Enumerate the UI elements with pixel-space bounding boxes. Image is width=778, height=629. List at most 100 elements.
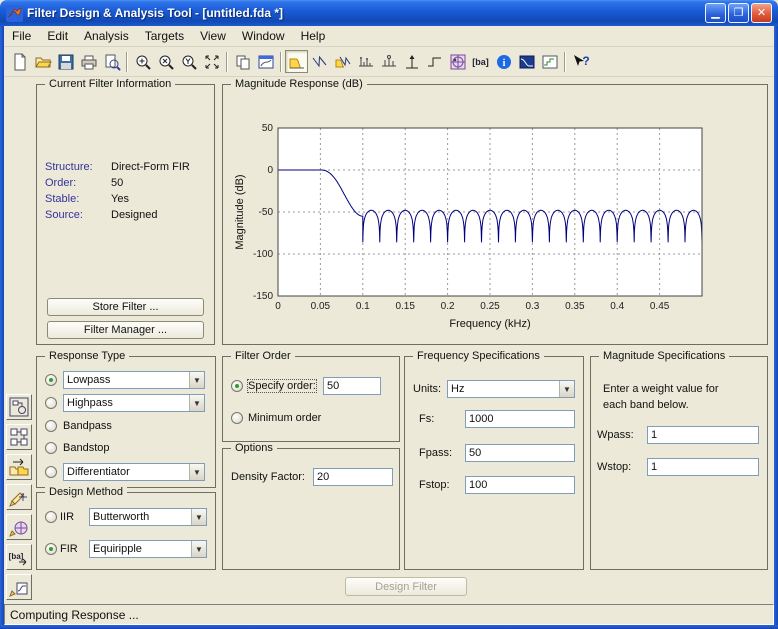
panel-title: Frequency Specifications <box>413 350 544 362</box>
sidebar-import-filter-button[interactable]: [ba] <box>6 544 32 570</box>
new-file-icon[interactable] <box>8 50 31 73</box>
order-label: Order: <box>45 177 77 189</box>
design-method-panel: Design Method IIR Butterworth ▼ FIR Equir… <box>36 486 216 570</box>
current-filter-info-panel: Current Filter Information Structure: Dir… <box>36 78 215 345</box>
svg-text:0.45: 0.45 <box>650 301 670 312</box>
svg-text:0.25: 0.25 <box>480 301 500 312</box>
full-view-icon[interactable] <box>200 50 223 73</box>
svg-text:0.4: 0.4 <box>610 301 624 312</box>
zoom-x-icon[interactable] <box>154 50 177 73</box>
help-mode-icon[interactable]: ? <box>569 50 592 73</box>
filter-order-panel: Filter Order Specify order: Minimum orde… <box>222 350 400 442</box>
wstop-input[interactable] <box>647 458 759 476</box>
copy-icon[interactable] <box>231 50 254 73</box>
menu-window[interactable]: Window <box>234 27 293 45</box>
phase-delay-icon[interactable] <box>377 50 400 73</box>
svg-text:?: ? <box>582 54 589 68</box>
highpass-radio[interactable] <box>45 397 57 409</box>
stable-value: Yes <box>111 193 129 205</box>
bandpass-label: Bandpass <box>63 420 112 432</box>
zoom-in-icon[interactable] <box>131 50 154 73</box>
menu-view[interactable]: View <box>192 27 234 45</box>
fstop-input[interactable] <box>465 476 575 494</box>
print-to-figure-icon[interactable] <box>254 50 277 73</box>
chevron-down-icon[interactable]: ▼ <box>189 372 204 388</box>
window-border-left <box>0 26 4 625</box>
zoom-y-icon[interactable] <box>177 50 200 73</box>
fs-label: Fs: <box>419 413 435 425</box>
fpass-input[interactable] <box>465 444 575 462</box>
svg-text:50: 50 <box>262 123 274 134</box>
iir-method-dropdown[interactable]: Butterworth ▼ <box>89 508 207 526</box>
wpass-input[interactable] <box>647 426 759 444</box>
svg-text:0: 0 <box>267 165 273 176</box>
sidebar-multirate-filter-button[interactable] <box>6 454 32 480</box>
svg-text:[ba]: [ba] <box>9 552 24 561</box>
density-factor-input[interactable] <box>313 468 393 486</box>
minimize-button[interactable]: ▁ <box>705 3 726 23</box>
wpass-label: Wpass: <box>597 429 634 441</box>
filter-manager-button[interactable]: Filter Manager ... <box>47 321 204 339</box>
magnitude-phase-response-icon[interactable] <box>331 50 354 73</box>
quantized-response-icon[interactable] <box>538 50 561 73</box>
sidebar-design-filter-button[interactable] <box>6 574 32 600</box>
panel-title: Filter Order <box>231 350 295 362</box>
sidebar-realize-model-button[interactable] <box>6 394 32 420</box>
specification-mask-icon[interactable] <box>515 50 538 73</box>
menu-file[interactable]: File <box>4 27 39 45</box>
sidebar-set-quantization-button[interactable] <box>6 514 32 540</box>
chevron-down-icon[interactable]: ▼ <box>189 395 204 411</box>
fir-radio[interactable] <box>45 543 57 555</box>
pole-zero-editor-icon <box>9 492 27 507</box>
highpass-dropdown[interactable]: Highpass ▼ <box>63 394 205 412</box>
menu-analysis[interactable]: Analysis <box>76 27 137 45</box>
chevron-down-icon[interactable]: ▼ <box>191 541 206 557</box>
design-filter-button[interactable]: Design Filter <box>345 577 467 596</box>
lowpass-dropdown[interactable]: Lowpass ▼ <box>63 371 205 389</box>
pole-zero-plot-icon[interactable] <box>446 50 469 73</box>
panel-title: Response Type <box>45 350 130 362</box>
differentiator-dropdown[interactable]: Differentiator ▼ <box>63 463 205 481</box>
group-delay-icon[interactable] <box>354 50 377 73</box>
filter-coefficients-icon[interactable]: [ba] <box>469 50 492 73</box>
minimum-order-radio[interactable] <box>231 412 243 424</box>
fpass-label: Fpass: <box>419 447 453 459</box>
lowpass-radio[interactable] <box>45 374 57 386</box>
menu-edit[interactable]: Edit <box>39 27 76 45</box>
svg-text:0.05: 0.05 <box>311 301 331 312</box>
filter-info-icon[interactable]: i <box>492 50 515 73</box>
chevron-down-icon[interactable]: ▼ <box>191 509 206 525</box>
step-response-icon[interactable] <box>423 50 446 73</box>
specify-order-input[interactable] <box>323 377 381 395</box>
units-dropdown[interactable]: Hz ▼ <box>447 380 575 398</box>
specify-order-radio[interactable] <box>231 380 243 392</box>
store-filter-button[interactable]: Store Filter ... <box>47 298 204 316</box>
magnitude-response-icon[interactable] <box>285 50 308 73</box>
menu-targets[interactable]: Targets <box>137 27 192 45</box>
maximize-button[interactable]: ❒ <box>728 3 749 23</box>
sidebar-pole-zero-editor-button[interactable] <box>6 484 32 510</box>
print-icon[interactable] <box>77 50 100 73</box>
bandpass-radio[interactable] <box>45 420 57 432</box>
save-icon[interactable] <box>54 50 77 73</box>
phase-response-icon[interactable] <box>308 50 331 73</box>
fs-input[interactable] <box>465 410 575 428</box>
toolbar-separator <box>564 51 566 72</box>
bandstop-radio[interactable] <box>45 442 57 454</box>
close-button[interactable]: ✕ <box>751 3 772 23</box>
print-preview-icon[interactable] <box>100 50 123 73</box>
density-factor-label: Density Factor: <box>231 471 305 483</box>
impulse-response-icon[interactable] <box>400 50 423 73</box>
differentiator-radio[interactable] <box>45 466 57 478</box>
sidebar-transform-filter-button[interactable] <box>6 424 32 450</box>
chevron-down-icon[interactable]: ▼ <box>189 464 204 480</box>
toolbar-separator <box>226 51 228 72</box>
magnitude-specs-panel: Magnitude Specifications Enter a weight … <box>590 350 768 570</box>
menu-help[interactable]: Help <box>293 27 334 45</box>
chevron-down-icon[interactable]: ▼ <box>559 381 574 397</box>
iir-radio[interactable] <box>45 511 57 523</box>
panel-title: Design Method <box>45 486 127 498</box>
open-file-icon[interactable] <box>31 50 54 73</box>
fir-method-dropdown[interactable]: Equiripple ▼ <box>89 540 207 558</box>
svg-text:i: i <box>502 58 505 69</box>
